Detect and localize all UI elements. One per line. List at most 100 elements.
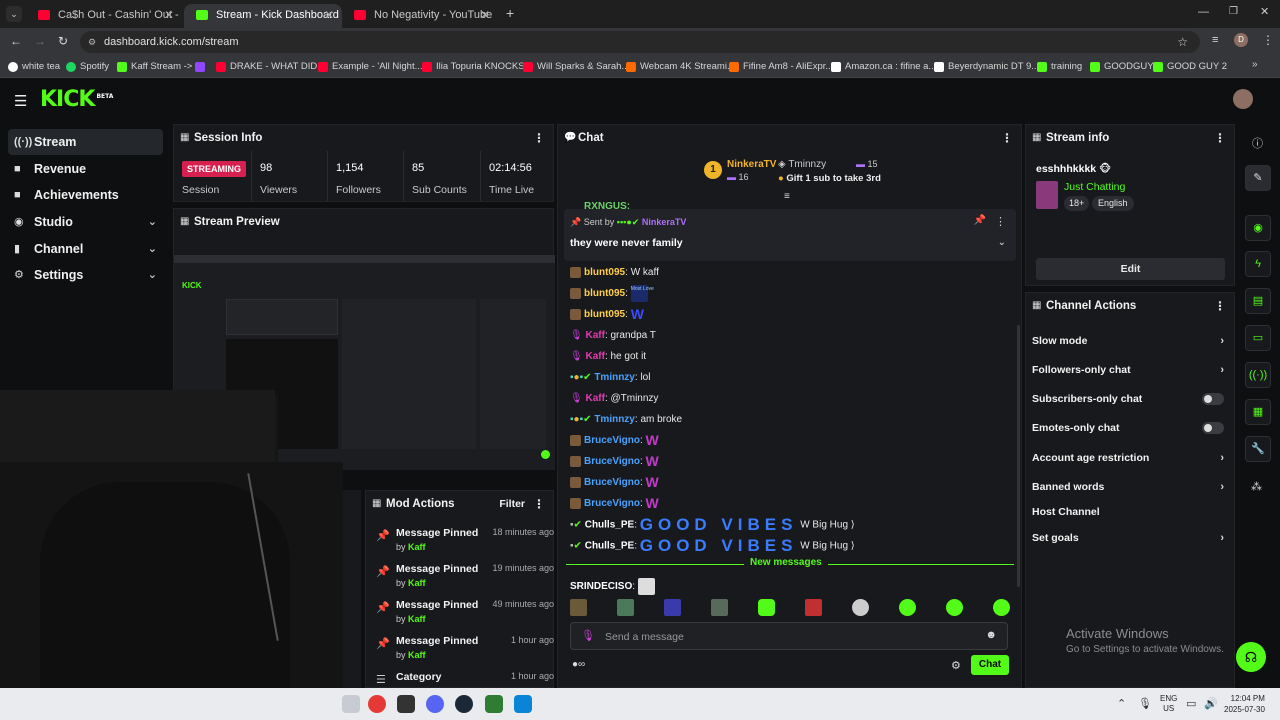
- bookmark-item[interactable]: Will Sparks & Sarah...: [523, 60, 629, 74]
- send-chat-button[interactable]: Chat: [971, 655, 1009, 675]
- bookmark-item[interactable]: Kaff Stream ->: [117, 60, 192, 74]
- reload-icon[interactable]: ↻: [58, 34, 68, 48]
- close-icon[interactable]: ✕: [164, 4, 174, 26]
- mod-action-item[interactable]: ☰ Category 1 hour ago: [376, 669, 554, 687]
- emote[interactable]: [570, 599, 587, 616]
- chat-icon[interactable]: ▭: [1245, 325, 1271, 351]
- chat-message[interactable]: 🎙 Kaff: he got it: [570, 347, 646, 367]
- sidebar-item-studio[interactable]: ◉ Studio ⌄: [8, 209, 163, 235]
- chat-username[interactable]: SRINDECISO: [570, 581, 632, 592]
- site-info-icon[interactable]: ⚙: [88, 31, 96, 53]
- discord-icon[interactable]: [426, 695, 444, 713]
- sidebar-item-settings[interactable]: ⚙ Settings ⌄: [8, 262, 163, 288]
- close-icon[interactable]: ✕: [480, 4, 490, 26]
- apps-icon[interactable]: ⁂: [1251, 480, 1262, 493]
- app-icon[interactable]: [485, 695, 503, 713]
- emote[interactable]: [805, 599, 822, 616]
- tab-search-button[interactable]: ⌄: [6, 6, 22, 22]
- kebab-menu-icon[interactable]: ⋮: [1214, 293, 1226, 319]
- sidebar-item-achievements[interactable]: ■ Achievements: [8, 182, 163, 208]
- bookmark-item[interactable]: Ilia Topuria KNOCKS...: [422, 60, 532, 74]
- collapse-icon[interactable]: ≡: [784, 191, 790, 202]
- emote[interactable]: [899, 599, 916, 616]
- emote[interactable]: [664, 599, 681, 616]
- emoji-icon[interactable]: ☻: [985, 629, 997, 641]
- kebab-menu-icon[interactable]: ⋮: [533, 491, 545, 517]
- info-icon[interactable]: ⓘ: [1252, 135, 1263, 151]
- chat-username[interactable]: Kaff: [585, 330, 604, 341]
- bookmark-item[interactable]: Webcam 4K Streami...: [626, 60, 735, 74]
- window-close-button[interactable]: ✕: [1260, 5, 1269, 18]
- media-icon[interactable]: ≡: [1212, 34, 1218, 46]
- chat-username[interactable]: BruceVigno: [584, 435, 640, 446]
- chat-input[interactable]: 🎙 Send a message ☻: [570, 622, 1008, 650]
- bookmark-item[interactable]: GOOD GUY 2: [1153, 60, 1227, 74]
- pinned-message[interactable]: 📌 Sent by ▪▪▪●✔ NinkeraTV they were neve…: [564, 209, 1016, 261]
- channel-action-emotes-only[interactable]: Emotes-only chat: [1032, 414, 1228, 442]
- bookmark-item[interactable]: DRAKE - WHAT DID...: [216, 60, 325, 74]
- chat-scrollbar[interactable]: [1017, 325, 1020, 587]
- chat-message[interactable]: BruceVigno: W: [570, 494, 663, 514]
- language-indicator[interactable]: ENG US: [1160, 694, 1177, 714]
- emote[interactable]: [852, 599, 869, 616]
- chat-username[interactable]: Chulls_PE: [585, 541, 634, 552]
- terminal-icon[interactable]: [397, 695, 415, 713]
- user-avatar[interactable]: [1233, 89, 1253, 109]
- toggle-switch[interactable]: [1202, 393, 1224, 405]
- app-icon[interactable]: [342, 695, 360, 713]
- chat-username[interactable]: Tminnzy: [594, 414, 635, 425]
- sidebar-item-revenue[interactable]: ■ Revenue: [8, 156, 163, 182]
- emote[interactable]: [758, 599, 775, 616]
- camera-icon[interactable]: ◉: [1245, 215, 1271, 241]
- kick-logo[interactable]: KICK BETA: [40, 87, 113, 112]
- points-icon[interactable]: ●∞: [572, 659, 585, 670]
- tray-overflow-icon[interactable]: ⌃: [1117, 697, 1126, 710]
- bookmark-item[interactable]: GOODGUY: [1090, 60, 1154, 74]
- support-button[interactable]: ☊: [1236, 642, 1266, 672]
- mod-action-item[interactable]: 📌 Message Pinned by Kaff 18 minutes ago: [376, 525, 554, 561]
- chat-message[interactable]: BruceVigno: W: [570, 452, 663, 472]
- new-tab-button[interactable]: +: [506, 5, 514, 21]
- chat-username[interactable]: Kaff: [585, 351, 604, 362]
- kebab-menu-icon[interactable]: ⋮: [1001, 125, 1013, 151]
- chat-message[interactable]: BruceVigno: W: [570, 473, 663, 493]
- mic-icon[interactable]: 🎙: [1138, 697, 1152, 710]
- bookmark-item[interactable]: Example - 'All Night...: [318, 60, 423, 74]
- chat-message[interactable]: ▪✔ Chulls_PE: GOOD VIBES W Big Hug ⟩: [570, 536, 855, 556]
- channel-action-host-channel[interactable]: Host Channel: [1032, 498, 1228, 526]
- emote[interactable]: [946, 599, 963, 616]
- hamburger-menu-icon[interactable]: ☰: [14, 92, 27, 110]
- channel-action-account-age[interactable]: Account age restriction ›: [1032, 444, 1228, 472]
- unpin-icon[interactable]: 📌: [974, 215, 986, 226]
- mod-action-item[interactable]: 📌 Message Pinned by Kaff 19 minutes ago: [376, 561, 554, 597]
- restore-button[interactable]: ❐: [1229, 6, 1238, 17]
- chat-message[interactable]: 🎙 Kaff: @Tminnzy: [570, 389, 658, 409]
- app-icon[interactable]: [514, 695, 532, 713]
- bookmark-item[interactable]: training: [1037, 60, 1082, 74]
- toggle-switch[interactable]: [1202, 422, 1224, 434]
- back-icon[interactable]: ←: [10, 34, 22, 48]
- sidebar-item-channel[interactable]: ▮ Channel ⌄: [8, 236, 163, 262]
- chrome-icon[interactable]: [368, 695, 386, 713]
- bookmark-item[interactable]: Amazon.ca : fifine a...: [831, 60, 936, 74]
- channel-action-subscribers-only[interactable]: Subscribers-only chat: [1032, 385, 1228, 413]
- pencil-icon[interactable]: ✎: [1245, 165, 1271, 191]
- steam-icon[interactable]: [455, 695, 473, 713]
- tab-no-negativity[interactable]: No Negativity - YouTube ✕: [342, 4, 498, 28]
- chat-username[interactable]: BruceVigno: [584, 498, 640, 509]
- bookmark-item[interactable]: Spotify: [66, 60, 109, 74]
- channel-action-followers-only[interactable]: Followers-only chat ›: [1032, 356, 1228, 384]
- clock[interactable]: 12:04 PM 2025-07-30: [1224, 693, 1265, 715]
- bookmark-item[interactable]: white tea: [8, 60, 60, 74]
- minimize-button[interactable]: —: [1198, 6, 1209, 18]
- chat-username[interactable]: blunt095: [584, 309, 625, 320]
- mod-action-item[interactable]: 📌 Message Pinned by Kaff 49 minutes ago: [376, 597, 554, 633]
- layout-icon[interactable]: ▦: [1245, 399, 1271, 425]
- chat-username[interactable]: blunt095: [584, 267, 625, 278]
- chat-message[interactable]: ▪✔ Chulls_PE: GOOD VIBES W Big Hug ⟩: [570, 515, 855, 535]
- chat-username[interactable]: Chulls_PE: [585, 520, 634, 531]
- chat-message[interactable]: SRINDECISO:: [570, 577, 655, 597]
- sidebar-item-stream[interactable]: ((·)) Stream: [8, 129, 163, 155]
- tab-cashout[interactable]: Ca$h Out - Cashin' Out - YouTube ✕: [26, 4, 182, 28]
- chat-username[interactable]: BruceVigno: [584, 456, 640, 467]
